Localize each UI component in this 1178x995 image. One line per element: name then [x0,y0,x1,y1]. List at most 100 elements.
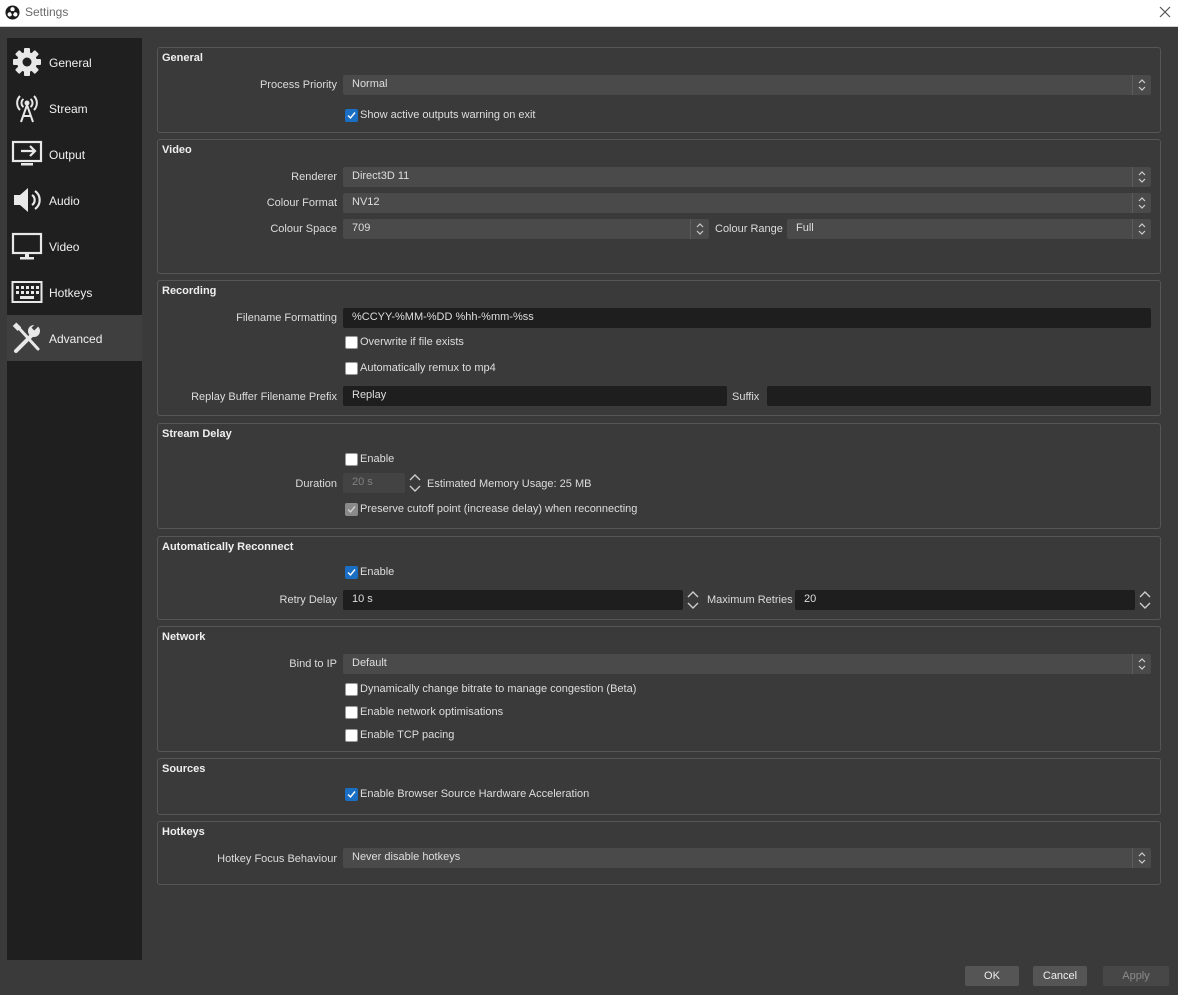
suffix-label: Suffix [732,391,760,403]
duration-spinbox[interactable]: 20 s [343,473,421,493]
chevron-updown-icon [1132,219,1146,239]
duration-label: Duration [295,478,337,490]
window-titlebar: Settings [0,0,1178,27]
sidebar-item-audio[interactable]: Audio [7,177,142,223]
process-priority-select[interactable]: Normal [343,75,1151,95]
group-title: Network [162,631,206,643]
renderer-label: Renderer [291,171,337,183]
colour-space-label: Colour Space [270,223,337,235]
dynamic-bitrate-label[interactable]: Dynamically change bitrate to manage con… [360,683,636,695]
group-title: Automatically Reconnect [162,541,294,553]
network-group: Network Bind to IP Default Dynamically c… [157,626,1161,752]
max-retries-spinbox[interactable]: 20 [795,590,1151,610]
sidebar-item-advanced[interactable]: Advanced [7,315,142,361]
remux-checkbox[interactable] [345,362,358,375]
colour-space-select[interactable]: 709 [343,219,709,239]
hotkey-focus-select[interactable]: Never disable hotkeys [343,848,1151,868]
sidebar-item-stream[interactable]: Stream [7,85,142,131]
network-optimisations-checkbox[interactable] [345,706,358,719]
monitor-output-icon [11,140,43,166]
checkmark-icon [347,506,356,514]
tcp-pacing-label[interactable]: Enable TCP pacing [360,729,454,741]
duration-value: 20 s [352,476,373,488]
show-warning-checkbox[interactable] [345,109,358,122]
stream-delay-group: Stream Delay Enable Duration 20 s Estima… [157,423,1161,529]
colour-format-select[interactable]: NV12 [343,193,1151,213]
sidebar-item-label: Audio [49,194,80,208]
hotkey-focus-label: Hotkey Focus Behaviour [217,853,337,865]
process-priority-value: Normal [352,78,388,90]
settings-sidebar: General Stream Output Audio Video Hotkey… [7,38,142,960]
checkmark-icon [347,569,356,577]
max-retries-value: 20 [804,593,817,605]
chevron-updown-icon [690,219,704,239]
reconnect-group: Automatically Reconnect Enable Retry Del… [157,536,1161,620]
settings-content: General Process Priority Normal Show act… [142,38,1172,960]
bind-ip-label: Bind to IP [289,658,337,670]
remux-label[interactable]: Automatically remux to mp4 [360,362,496,374]
sidebar-item-label: Video [49,240,80,254]
retry-delay-value: 10 s [352,593,373,605]
overwrite-checkbox[interactable] [345,336,358,349]
retry-delay-label: Retry Delay [279,594,337,606]
hotkey-focus-value: Never disable hotkeys [352,851,461,863]
replay-prefix-input[interactable]: Replay [343,386,727,406]
window-title: Settings [25,5,69,19]
sidebar-item-output[interactable]: Output [7,131,142,177]
replay-prefix-label: Replay Buffer Filename Prefix [191,391,337,403]
video-group: Video Renderer Direct3D 11 Colour Format… [157,139,1161,274]
tools-icon [12,322,40,353]
tcp-pacing-checkbox[interactable] [345,729,358,742]
browser-accel-label[interactable]: Enable Browser Source Hardware Accelerat… [360,788,589,800]
reconnect-enable-label[interactable]: Enable [360,566,394,578]
group-title: Video [162,144,192,156]
filename-formatting-input[interactable]: %CCYY-%MM-%DD %hh-%mm-%ss [343,308,1151,328]
browser-accel-checkbox[interactable] [345,788,358,801]
stream-delay-enable-checkbox[interactable] [345,453,358,466]
process-priority-label: Process Priority [259,79,337,91]
colour-space-value: 709 [352,222,371,234]
renderer-select[interactable]: Direct3D 11 [343,167,1151,187]
group-title: Stream Delay [162,428,232,440]
group-title: Hotkeys [162,826,205,838]
show-warning-label[interactable]: Show active outputs warning on exit [360,109,536,121]
general-group: General Process Priority Normal Show act… [157,47,1161,133]
cancel-button[interactable]: Cancel [1033,966,1087,986]
suffix-input[interactable] [767,386,1151,406]
chevron-updown-icon [1132,193,1146,213]
spin-arrows-icon [409,474,421,492]
close-icon[interactable] [1157,4,1173,20]
ok-button[interactable]: OK [965,966,1019,986]
preserve-cutoff-checkbox[interactable] [345,503,358,516]
stream-delay-enable-label[interactable]: Enable [360,453,394,465]
sidebar-item-label: Hotkeys [49,286,93,300]
overwrite-label[interactable]: Overwrite if file exists [360,336,464,348]
apply-button[interactable]: Apply [1103,966,1169,986]
spin-arrows-icon [1139,591,1151,609]
chevron-updown-icon [1132,167,1146,187]
sidebar-item-hotkeys[interactable]: Hotkeys [7,269,142,315]
colour-range-select[interactable]: Full [787,219,1151,239]
sidebar-item-video[interactable]: Video [7,223,142,269]
filename-formatting-label: Filename Formatting [236,312,337,324]
bind-ip-select[interactable]: Default [343,654,1151,674]
colour-range-value: Full [796,222,814,234]
sidebar-item-label: Stream [49,102,88,116]
monitor-icon [11,232,43,260]
group-title: Recording [162,285,217,297]
dynamic-bitrate-checkbox[interactable] [345,683,358,696]
obs-logo-icon [5,5,20,20]
speaker-icon [14,188,41,212]
preserve-cutoff-label[interactable]: Preserve cutoff point (increase delay) w… [360,503,637,515]
max-retries-label: Maximum Retries [707,594,793,606]
reconnect-enable-checkbox[interactable] [345,566,358,579]
sidebar-item-general[interactable]: General [7,39,142,85]
network-optimisations-label[interactable]: Enable network optimisations [360,706,503,718]
bind-ip-value: Default [352,657,387,669]
retry-delay-spinbox[interactable]: 10 s [343,590,699,610]
gear-icon [13,48,41,76]
renderer-value: Direct3D 11 [352,170,410,182]
colour-format-label: Colour Format [266,197,337,209]
sources-group: Sources Enable Browser Source Hardware A… [157,758,1161,815]
chevron-updown-icon [1132,75,1146,95]
